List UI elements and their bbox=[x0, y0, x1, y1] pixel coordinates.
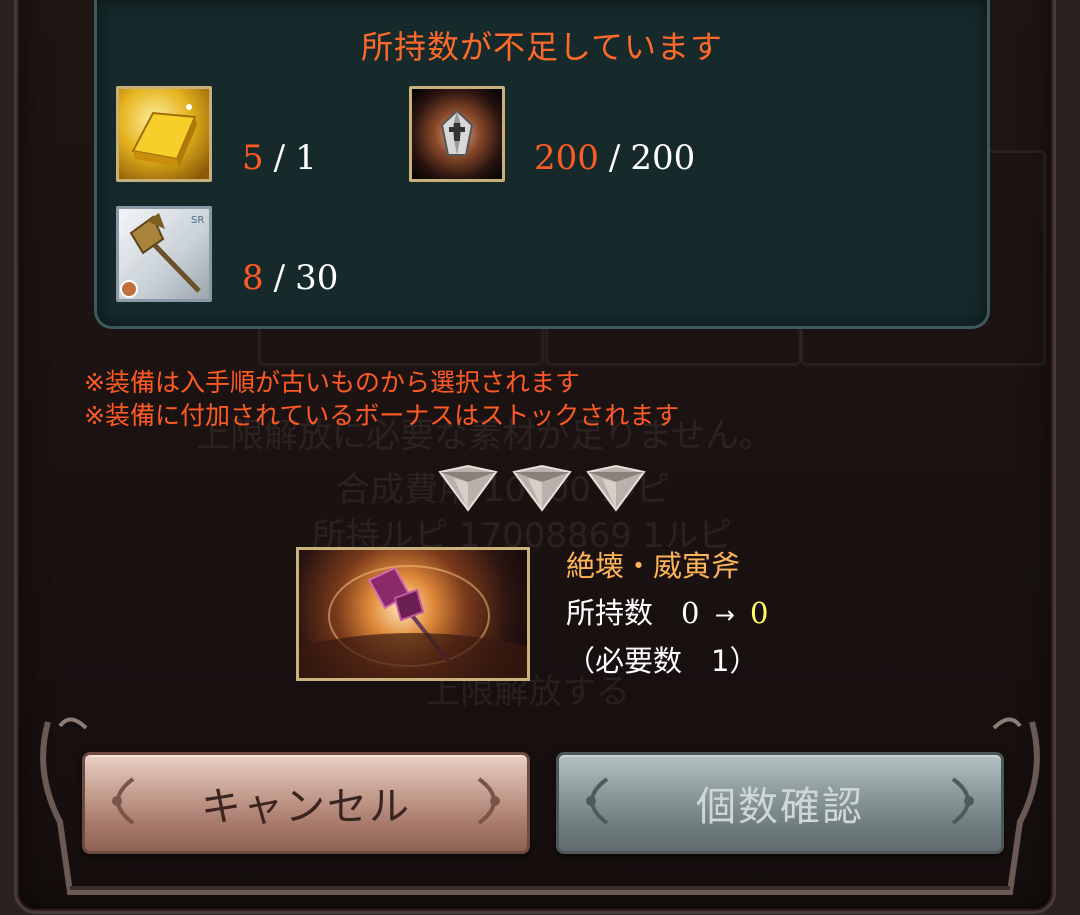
svg-text:SR: SR bbox=[191, 215, 204, 226]
result-weapon-image bbox=[296, 547, 530, 681]
confirm-count-button[interactable]: 個数確認 bbox=[556, 752, 1004, 854]
axe-weapon-icon: SR bbox=[116, 206, 212, 302]
confirm-count-label: 個数確認 bbox=[696, 784, 864, 830]
ornament-right-icon bbox=[477, 777, 500, 825]
gold-bar-icon bbox=[116, 86, 212, 182]
note-selection-order: ※装備は入手順が古いものから選択されます bbox=[84, 368, 580, 397]
gold-bar-count: 5/1 bbox=[242, 138, 317, 178]
diamond-icon bbox=[586, 464, 646, 512]
diamond-icon bbox=[512, 464, 572, 512]
result-item-name: 絶壊・威寅斧 bbox=[566, 549, 741, 583]
uncap-stars bbox=[436, 462, 648, 514]
ornament-left-icon bbox=[586, 777, 609, 825]
diamond-icon bbox=[438, 464, 498, 512]
cancel-label: キャンセル bbox=[201, 784, 411, 830]
dark-crystal-count: 200/200 bbox=[534, 138, 696, 178]
ornament-right-icon bbox=[951, 777, 974, 825]
note-bonus-stock: ※装備に付加されているボーナスはストックされます bbox=[84, 401, 680, 430]
axe-weapon-count: 8/30 bbox=[242, 258, 339, 298]
ornament-left-icon bbox=[112, 777, 135, 825]
cancel-button[interactable]: キャンセル bbox=[82, 752, 530, 854]
result-hold-count: 所持数 0 → 0 bbox=[566, 596, 769, 630]
notes: ※装備は入手順が古いものから選択されます ※装備に付加されているボーナスはストッ… bbox=[84, 366, 679, 432]
result-required-count: （必要数 1） bbox=[566, 644, 759, 678]
shortage-title: 所持数が不足しています bbox=[360, 28, 724, 66]
dark-crystal-icon bbox=[409, 86, 505, 182]
